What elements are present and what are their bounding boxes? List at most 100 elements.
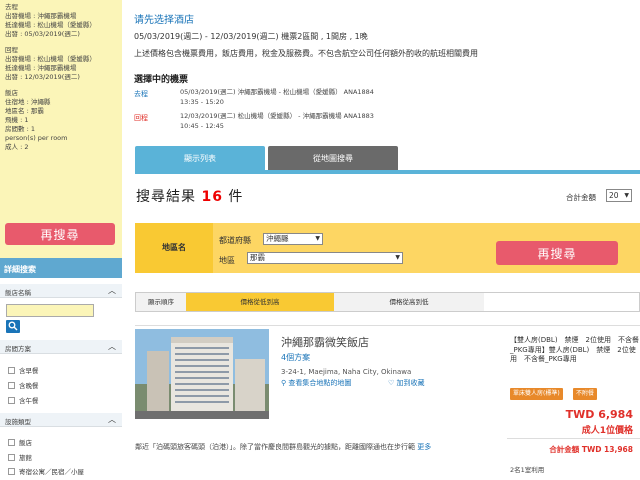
search-again-button[interactable]: 再搜尋 [5,223,115,245]
sort-bar: 顯示順序 價格從低到高 價格從高到低 [135,292,640,312]
summary-gap [5,39,117,46]
meal-plan-filter-header[interactable]: 房間方案 ︿ [0,340,122,354]
room-plan-description[interactable]: 【雙人房(DBL) 禁煙 2位使用 不含餐_PKG專用】雙人房(DBL) 禁煙 … [510,336,640,365]
hotel-name-link[interactable]: 沖繩那霸微笑飯店 [281,334,369,350]
outbound-label: 去程 [134,90,148,98]
return-label: 回程 [134,114,148,122]
meal-option-lunch[interactable]: 含午餐 [8,395,39,405]
dropdown-arrow-icon: ▼ [395,254,400,261]
meal-badge: 不附餐 [573,388,598,400]
summary-line: 飛機 : 1 [5,116,29,124]
outbound-flight-line: 05/03/2019(週二) 沖繩那霸機場 - 松山機場（愛媛縣） ANA188… [180,88,374,96]
results-heading: 搜尋結果 16 件 [136,186,243,206]
map-link-label: 查看集合地點的地圖 [288,379,352,387]
return-flight-time: 10:45 - 12:45 [180,122,224,130]
summary-line: 抵達機場 : 松山機場（愛媛縣） [5,21,96,29]
meal-option-dinner[interactable]: 含晚餐 [8,380,39,390]
checkbox[interactable] [8,439,15,446]
checkbox[interactable] [8,382,15,389]
hotel-name-filter-label: 飯店名稱 [5,289,31,297]
map-link[interactable]: ⚲ 查看集合地點的地圖 [281,378,351,388]
dropdown-arrow-icon: ▼ [624,192,629,199]
lodging-type-filter-label: 設施類型 [5,418,31,426]
description-text: 鄰近「泊碼頭旅客碼頭（泊港）」。除了當作慶良間群島觀光的據點，距離國際通也在步行… [135,443,415,451]
summary-line: 飯店 [5,89,18,97]
hotel-name-input[interactable] [6,304,94,317]
total-price: 合計金額 TWD 13,968 [549,445,633,454]
trip-summary: 05/03/2019(週二) - 12/03/2019(週二) 機票2區間 , … [134,32,368,41]
search-icon [8,321,18,331]
divider [507,438,640,439]
lodging-option-label: 旅館 [19,454,32,462]
map-pin-icon: ⚲ [281,379,287,387]
meal-plan-filter-label: 房間方案 [5,345,31,353]
price-per-adult: 成人1位價格 [581,426,633,436]
sidebar: 去程 出發機場 : 沖繩那霸機場 抵達機場 : 松山機場（愛媛縣） 出發 : 05/0… [0,0,122,480]
results-label: 搜尋結果 [136,189,196,205]
summary-line: 出發機場 : 沖繩那霸機場 [5,12,77,20]
sort-price-high-to-low[interactable]: 價格從高到低 [334,293,484,311]
more-link[interactable]: 更多 [417,443,431,451]
total-amount-label: 合計金額 [566,193,596,202]
hotel-address: 3-24-1, Maejima, Naha City, Okinawa [281,368,412,376]
search-again-button[interactable]: 再搜尋 [496,241,618,265]
return-flight-line: 12/03/2019(週二) 松山機場（愛媛縣） - 沖繩那霸機場 ANA188… [180,112,374,120]
chevron-up-icon: ︿ [108,342,116,351]
prefecture-label: 都道府縣 [219,236,251,245]
meal-option-breakfast[interactable]: 含早餐 [8,365,39,375]
dropdown-arrow-icon: ▼ [315,235,320,242]
lodging-type-filter-header[interactable]: 設施類型 ︿ [0,413,122,427]
summary-line: 去程 [5,3,18,11]
checkbox[interactable] [8,468,15,475]
summary-line: person(s) per room [5,134,68,142]
tab-map-search[interactable]: 從地圖搜尋 [268,146,398,170]
checkbox[interactable] [8,397,15,404]
area-label: 地區 [219,256,235,265]
main-content: 请先选择酒店 05/03/2019(週二) - 12/03/2019(週二) 機… [122,0,640,480]
summary-line: 出發機場 : 松山機場（愛媛縣） [5,55,96,63]
add-favorite-label: 加到收藏 [396,379,425,387]
select-hotel-heading: 请先选择酒店 [134,15,194,26]
search-button[interactable] [6,320,20,333]
lodging-option-label: 寄宿公寓／民宿／小屋 [19,468,84,476]
results-unit: 件 [228,189,244,205]
summary-line: 抵達機場 : 沖繩那霸機場 [5,64,77,72]
area-select[interactable]: 那霸 ▼ [247,252,403,264]
hotel-description: 鄰近「泊碼頭旅客碼頭（泊港）」。除了當作慶良間群島觀光的據點，距離國際通也在步行… [135,442,431,452]
price-note: 上述價格包含機票費用，飯店費用，稅金及服務費。不包含航空公司任何額外酌收的航班相… [134,49,478,58]
summary-line: 出發 : 12/03/2019(週二) [5,73,80,81]
chevron-up-icon: ︿ [108,286,116,295]
selected-flights-title: 選擇中的機票 [134,75,189,85]
checkbox[interactable] [8,367,15,374]
lodging-option-guesthouse[interactable]: 寄宿公寓／民宿／小屋 [8,466,84,476]
lodging-option-label: 飯店 [19,439,32,447]
meal-option-label: 含早餐 [19,367,39,375]
summary-line: 回程 [5,46,18,54]
summary-line: 房間數 : 1 [5,125,35,133]
hotel-photo[interactable] [135,329,269,419]
prefecture-value: 沖繩縣 [266,234,289,243]
lodging-option-hotel[interactable]: 飯店 [8,437,32,447]
area-value: 那霸 [250,253,265,262]
sort-label: 顯示順序 [136,293,186,311]
results-count: 16 [201,189,223,205]
sort-price-low-to-high[interactable]: 價格從低到高 [186,293,334,311]
heart-icon: ♡ [388,379,395,387]
summary-line: 成人 : 2 [5,143,29,151]
price: TWD 6,984 [565,408,633,421]
tab-list-view[interactable]: 顯示列表 [135,146,265,170]
area-filter-label: 地區名 [135,223,213,273]
hotel-name-filter-header[interactable]: 飯店名稱 ︿ [0,284,122,298]
chevron-up-icon: ︿ [108,415,116,424]
add-favorite-link[interactable]: ♡ 加到收藏 [388,378,425,388]
lodging-option-ryokan[interactable]: 旅館 [8,452,32,462]
per-page-value: 20 [609,191,619,200]
tab-underline [135,170,640,174]
summary-line: 住宿地 : 沖繩縣 [5,98,51,106]
plan-count-link[interactable]: 4個方案 [281,352,310,363]
per-page-select[interactable]: 20 ▼ [606,189,632,202]
checkbox[interactable] [8,454,15,461]
prefecture-select[interactable]: 沖繩縣 ▼ [263,233,323,245]
room-type-badge: 單床雙人房(標準) [510,388,563,400]
meal-option-label: 含晚餐 [19,382,39,390]
